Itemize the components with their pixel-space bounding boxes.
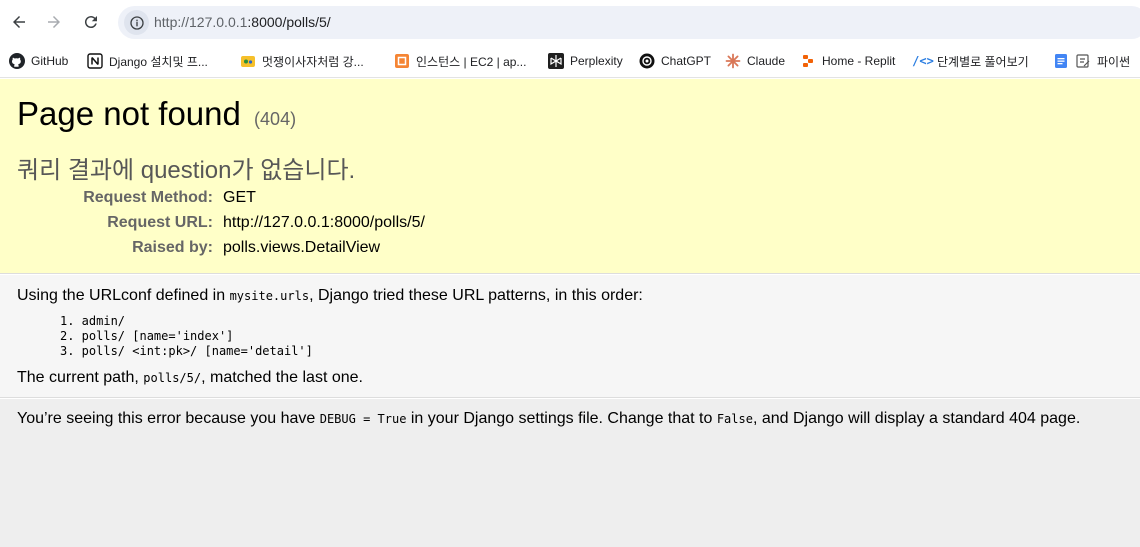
- current-path-text: The current path, polls/5/, matched the …: [17, 369, 363, 387]
- address-bar[interactable]: http://127.0.0.1:8000/polls/5/: [118, 6, 1140, 39]
- github-icon: [9, 53, 25, 69]
- claude-icon: [725, 53, 741, 69]
- request-method-value: GET: [223, 189, 256, 206]
- url-pattern-item: 2. polls/ [name='index']: [60, 329, 234, 343]
- back-arrow-icon: [13, 16, 25, 28]
- current-path-prefix: The current path,: [17, 369, 144, 386]
- page-title: Page not found (404): [17, 95, 296, 133]
- request-url-label: Request URL:: [107, 214, 213, 231]
- status-code: (404): [254, 109, 297, 129]
- bookmark-label: ChatGPT: [661, 54, 712, 68]
- bookmark-label: 단계별로 풀어보기: [937, 54, 1029, 69]
- bookmarks-bar: GitHub Django 설치및 프... 멋쟁이사자처럼 강... 인스턴스…: [0, 44, 1140, 78]
- url-pattern-list: 1. admin/ 2. polls/ [name='index'] 3. po…: [60, 314, 313, 359]
- site-info-button[interactable]: [124, 10, 149, 35]
- url-pattern-item: 3. polls/ <int:pk>/ [name='detail']: [60, 344, 313, 358]
- debug-explanation: You’re seeing this error because you hav…: [0, 399, 1140, 547]
- forward-arrow-icon: [48, 16, 60, 28]
- browser-toolbar: http://127.0.0.1:8000/polls/5/: [0, 0, 1140, 44]
- false-code: False: [716, 412, 753, 426]
- bookmark-label: GitHub: [31, 54, 69, 68]
- request-method-label: Request Method:: [83, 189, 213, 206]
- replit-icon: [800, 53, 816, 69]
- code-icon: /<>: [912, 54, 934, 68]
- explanation-text: You’re seeing this error because you hav…: [17, 410, 1080, 428]
- raised-by-value: polls.views.DetailView: [223, 239, 381, 256]
- raised-by-label: Raised by:: [132, 239, 213, 256]
- bookmark-label: Home - Replit: [822, 54, 896, 68]
- bookmark-github[interactable]: GitHub: [9, 51, 68, 71]
- intro-text-end: , Django tried these URL patterns, in th…: [309, 287, 643, 304]
- notion-icon: [87, 53, 103, 69]
- bookmark-label: 파이썬: [1097, 54, 1131, 69]
- request-url-value: http://127.0.0.1:8000/polls/5/: [223, 214, 425, 231]
- bookmark-baekjoon-steps[interactable]: /<> 단계별로 풀어보기: [912, 51, 1029, 71]
- bookmark-label: Claude: [747, 54, 786, 68]
- explanation-part: in your Django settings file. Change tha…: [406, 410, 717, 427]
- bookmark-python[interactable]: 파이썬: [1053, 51, 1130, 71]
- intro-text: Using the URLconf defined in: [17, 287, 230, 304]
- bookmark-likelion[interactable]: 멋쟁이사자처럼 강...: [240, 51, 364, 71]
- bookmark-perplexity[interactable]: Perplexity: [548, 51, 623, 71]
- error-summary: Page not found (404) 쿼리 결과에 question가 없습…: [0, 79, 1140, 274]
- bookmark-label: Perplexity: [570, 54, 623, 68]
- docs-icon: [1053, 53, 1069, 69]
- current-path-suffix: , matched the last one.: [201, 369, 363, 386]
- title-text: Page not found: [17, 95, 241, 132]
- url-host: http://127.0.0.1: [154, 14, 248, 30]
- url-text[interactable]: http://127.0.0.1:8000/polls/5/: [154, 14, 331, 30]
- bookmark-django[interactable]: Django 설치및 프...: [87, 51, 208, 71]
- explanation-part: , and Django will display a standard 404…: [752, 410, 1081, 427]
- bookmark-replit[interactable]: Home - Replit: [800, 51, 895, 71]
- memo-icon: [1075, 53, 1091, 69]
- current-path: polls/5/: [143, 371, 202, 385]
- urlconf-intro: Using the URLconf defined in mysite.urls…: [17, 287, 643, 305]
- reload-button[interactable]: [78, 9, 104, 35]
- debug-setting-code: DEBUG = True: [319, 412, 407, 426]
- chatgpt-icon: [639, 53, 655, 69]
- bookmark-claude[interactable]: Claude: [725, 51, 785, 71]
- forward-button[interactable]: [41, 9, 67, 35]
- bookmark-label: 멋쟁이사자처럼 강...: [262, 54, 364, 69]
- url-pattern-item: 1. admin/: [60, 314, 126, 328]
- folder-icon: [240, 53, 256, 69]
- explanation-part: You’re seeing this error because you hav…: [17, 410, 320, 427]
- back-button[interactable]: [6, 9, 32, 35]
- aws-icon: [394, 53, 410, 69]
- bookmark-label: 인스턴스 | EC2 | ap...: [416, 54, 527, 69]
- urlconf-info: Using the URLconf defined in mysite.urls…: [0, 275, 1140, 398]
- urlconf-module: mysite.urls: [229, 289, 310, 303]
- url-path: :8000/polls/5/: [247, 14, 331, 30]
- info-icon: [129, 15, 144, 30]
- reload-icon: [84, 16, 97, 29]
- bookmark-aws-ec2[interactable]: 인스턴스 | EC2 | ap...: [394, 51, 526, 71]
- perplexity-icon: [548, 53, 564, 69]
- bookmark-chatgpt[interactable]: ChatGPT: [639, 51, 711, 71]
- bookmark-label: Django 설치및 프...: [109, 54, 208, 69]
- exception-message: 쿼리 결과에 question가 없습니다.: [17, 157, 356, 184]
